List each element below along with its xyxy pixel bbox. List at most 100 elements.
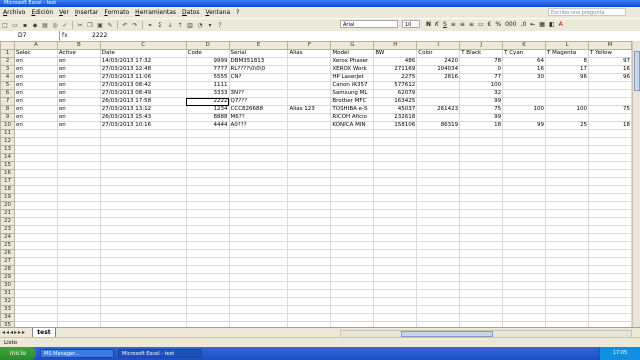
cell[interactable] [228, 145, 289, 154]
drawing-icon[interactable]: ◔ [196, 21, 204, 29]
cell[interactable] [416, 201, 461, 210]
cell[interactable]: on [13, 57, 58, 66]
cell[interactable] [287, 225, 332, 234]
cell[interactable] [13, 257, 58, 266]
cell[interactable] [330, 257, 375, 266]
cell[interactable]: on [56, 113, 101, 122]
row-header[interactable]: 1 [0, 49, 15, 58]
cell[interactable]: on [56, 73, 101, 82]
row-header[interactable]: 20 [0, 201, 15, 210]
cell[interactable] [99, 233, 187, 242]
cell[interactable]: RL????\0\0\0 [228, 65, 289, 74]
name-box[interactable]: D7 [0, 31, 60, 41]
cell[interactable] [373, 217, 418, 226]
cell[interactable] [185, 129, 230, 138]
cell[interactable] [228, 257, 289, 266]
cell[interactable] [287, 65, 332, 74]
cell[interactable] [416, 81, 461, 90]
cell[interactable] [228, 273, 289, 282]
bold-icon[interactable]: N [426, 21, 431, 28]
menu-ventana[interactable]: Ventana [203, 7, 234, 18]
cell[interactable] [545, 241, 589, 250]
cell[interactable] [13, 145, 58, 154]
cell[interactable]: on [13, 105, 58, 114]
cell[interactable] [185, 153, 230, 162]
cell[interactable]: 2222 [185, 97, 230, 106]
cell[interactable] [287, 281, 332, 290]
cell[interactable] [99, 169, 187, 178]
cell[interactable] [545, 137, 589, 146]
cell[interactable] [373, 169, 418, 178]
cell[interactable]: 261423 [416, 105, 461, 114]
cell[interactable] [13, 313, 58, 322]
cell[interactable] [459, 281, 504, 290]
cell[interactable]: 4444 [185, 121, 230, 130]
cell[interactable] [287, 241, 332, 250]
cell[interactable]: 97 [587, 57, 632, 66]
menu-archivo[interactable]: Archivo [0, 7, 28, 18]
cell[interactable] [228, 129, 289, 138]
cell[interactable] [13, 129, 58, 138]
cell[interactable] [287, 305, 332, 314]
cell[interactable] [459, 297, 504, 306]
cell[interactable] [502, 137, 547, 146]
cell[interactable] [373, 137, 418, 146]
cell[interactable] [416, 273, 461, 282]
cell[interactable] [185, 169, 230, 178]
cell[interactable]: 75 [587, 105, 632, 114]
cell[interactable] [185, 137, 230, 146]
start-button[interactable]: Inicio [0, 347, 36, 360]
cell[interactable]: 14/03/2013 17:32 [99, 57, 187, 66]
cell[interactable]: 17 [545, 65, 589, 74]
font-name-select[interactable]: Arial [340, 20, 398, 28]
column-header-h[interactable]: H [373, 41, 418, 50]
cell[interactable] [99, 289, 187, 298]
cell[interactable] [459, 169, 504, 178]
cell[interactable] [373, 153, 418, 162]
cell[interactable] [502, 297, 547, 306]
cell[interactable]: 100 [545, 105, 589, 114]
row-header[interactable]: 30 [0, 281, 15, 290]
cell[interactable] [459, 273, 504, 282]
header-cell[interactable]: BW [373, 49, 418, 58]
cell[interactable] [587, 313, 632, 322]
cell[interactable]: TOSHIBA e-S [330, 105, 375, 114]
cell[interactable] [587, 233, 632, 242]
cell[interactable] [185, 257, 230, 266]
cell[interactable] [99, 265, 187, 274]
cell[interactable] [228, 249, 289, 258]
header-cell[interactable]: Alias [287, 49, 332, 58]
cell[interactable] [99, 153, 187, 162]
cell[interactable] [587, 161, 632, 170]
cell[interactable] [545, 289, 589, 298]
row-header[interactable]: 11 [0, 129, 15, 138]
cell[interactable]: 77 [459, 73, 504, 82]
cell[interactable] [13, 305, 58, 314]
save-icon[interactable]: ▪ [21, 21, 29, 29]
cell[interactable]: 2275 [373, 73, 418, 82]
cell[interactable] [185, 233, 230, 242]
cell[interactable]: 271169 [373, 65, 418, 74]
cell[interactable] [287, 257, 332, 266]
cell[interactable] [185, 313, 230, 322]
cell[interactable] [287, 233, 332, 242]
cell[interactable] [287, 249, 332, 258]
cell[interactable]: 86319 [416, 121, 461, 130]
cell[interactable] [545, 161, 589, 170]
cell[interactable] [330, 145, 375, 154]
column-header-l[interactable]: L [545, 41, 589, 50]
cell[interactable] [330, 161, 375, 170]
cell[interactable] [99, 273, 187, 282]
row-header[interactable]: 32 [0, 297, 15, 306]
menu-herramientas[interactable]: Herramientas [132, 7, 179, 18]
cell[interactable]: Xerox Phaser [330, 57, 375, 66]
help-question-input[interactable]: Escriba una pregunta [548, 8, 626, 16]
menu-datos[interactable]: Datos [179, 7, 202, 18]
cell[interactable] [56, 161, 101, 170]
cell[interactable] [545, 217, 589, 226]
cell[interactable] [502, 305, 547, 314]
cell[interactable]: 5555 [185, 73, 230, 82]
column-header-m[interactable]: M [587, 41, 632, 50]
row-header[interactable]: 8 [0, 105, 15, 114]
cell[interactable]: on [13, 121, 58, 130]
